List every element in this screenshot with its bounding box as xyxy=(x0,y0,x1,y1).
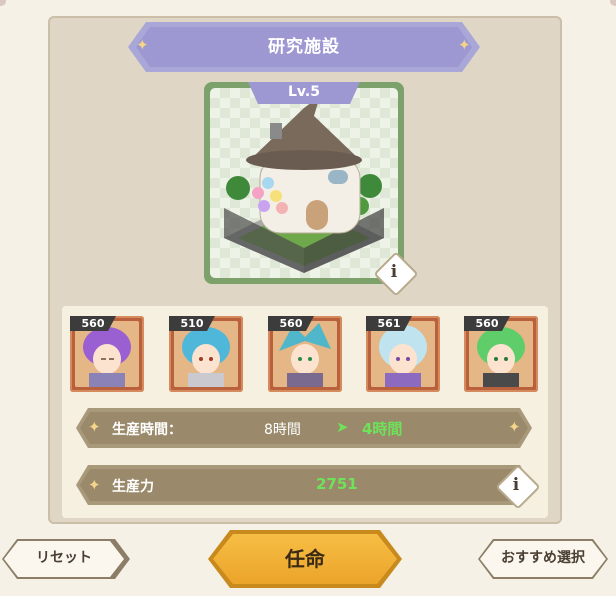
character-level: 560 xyxy=(464,316,510,331)
character-slot-3[interactable]: 560 xyxy=(268,316,342,392)
character-level: 560 xyxy=(268,316,314,331)
production-time-new-value: 4時間 xyxy=(362,420,403,438)
research-house-illustration xyxy=(224,96,384,273)
reset-button[interactable]: リセット xyxy=(4,541,124,577)
building-image xyxy=(210,88,398,278)
facility-title: 研究施設 xyxy=(268,37,340,57)
sparkle-icon: ✦ xyxy=(88,476,101,494)
character-level: 510 xyxy=(169,316,215,331)
production-time-value: 8時間 xyxy=(264,422,301,438)
character-slot-5[interactable]: 560 xyxy=(464,316,538,392)
production-power-value: 2751 xyxy=(316,475,358,493)
sparkle-icon: ✦ xyxy=(508,418,521,436)
character-level: 561 xyxy=(366,316,412,331)
recommended-select-button[interactable]: おすすめ選択 xyxy=(480,541,606,577)
production-power-label: 生産力 xyxy=(112,479,154,495)
sparkle-icon: ✦ xyxy=(88,418,101,436)
arrow-right-icon: ➤ xyxy=(336,418,349,436)
character-slot-2[interactable]: 510 xyxy=(169,316,243,392)
character-slot-1[interactable]: 560 xyxy=(70,316,144,392)
level-badge: Lv.5 xyxy=(248,82,360,104)
character-slot-4[interactable]: 561 xyxy=(366,316,440,392)
production-time-label: 生産時間： xyxy=(112,422,182,438)
appoint-button[interactable]: 任命 xyxy=(213,534,397,584)
character-level: 560 xyxy=(70,316,116,331)
info-icon[interactable]: i xyxy=(378,256,410,288)
info-icon[interactable]: i xyxy=(500,469,532,501)
